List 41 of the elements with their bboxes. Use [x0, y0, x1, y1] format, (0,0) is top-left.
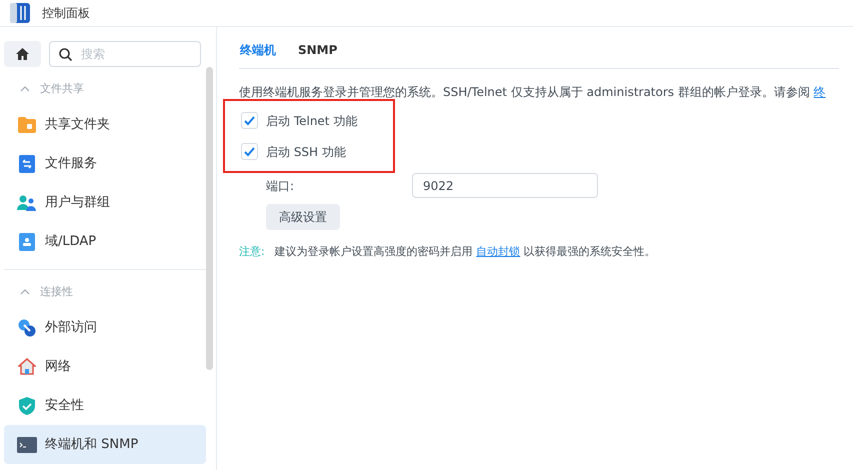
link-icon	[18, 318, 36, 336]
window-title: 控制面板	[42, 5, 90, 22]
chevron-icon	[20, 86, 30, 92]
port-label: 端口:	[266, 178, 296, 194]
help-link[interactable]: 终	[814, 85, 826, 99]
control-panel-icon	[10, 3, 30, 23]
contact-card-icon	[18, 232, 34, 250]
sidebar-item[interactable]: 网络	[4, 347, 206, 386]
home-button[interactable]	[4, 41, 41, 67]
house-icon	[18, 358, 36, 376]
tab[interactable]: SNMP	[298, 41, 338, 65]
sidebar-item[interactable]: 用户与群组	[4, 183, 206, 222]
terminal-icon	[16, 436, 36, 452]
search-icon	[59, 48, 72, 61]
file-exchange-icon	[18, 154, 34, 172]
section-title: 文件共享	[40, 80, 84, 97]
checkbox[interactable]	[241, 143, 258, 160]
sidebar-item[interactable]: 外部访问	[4, 308, 206, 347]
sidebar-item[interactable]: 共享文件夹	[4, 105, 206, 144]
tab[interactable]: 终端机	[240, 41, 276, 65]
sidebar-item[interactable]: 终端机和 SNMP	[4, 425, 206, 464]
checkbox[interactable]	[241, 112, 258, 129]
chevron-icon	[20, 289, 30, 295]
shield-check-icon	[18, 396, 34, 414]
description-text: 使用终端机服务登录并管理您的系统。SSH/Telnet 仅支持从属于 administrators 群组的帐户登录。请参阅 终	[239, 84, 827, 101]
sidebar-item[interactable]: 安全性	[4, 386, 206, 425]
note-text: 建议为登录帐户设置高强度的密码并启用 自动封锁 以获得最强的系统安全性。	[274, 244, 656, 260]
search-field[interactable]: 搜索	[49, 41, 201, 67]
auto-block-link[interactable]: 自动封锁	[476, 245, 520, 258]
option-label: 启动 SSH 功能	[266, 144, 346, 160]
section-title: 连接性	[40, 284, 73, 300]
folder-icon	[18, 116, 36, 132]
scrollbar[interactable]	[206, 67, 213, 370]
advanced-settings-button[interactable]: 高级设置	[266, 204, 340, 230]
sidebar-item[interactable]: 域/LDAP	[4, 222, 206, 261]
note-label: 注意:	[239, 244, 265, 260]
port-field[interactable]: 9022	[412, 173, 598, 198]
option-label: 启动 Telnet 功能	[266, 112, 358, 130]
home-icon	[16, 48, 29, 60]
users-icon	[16, 194, 36, 210]
sidebar-item[interactable]: 文件服务	[4, 144, 206, 183]
